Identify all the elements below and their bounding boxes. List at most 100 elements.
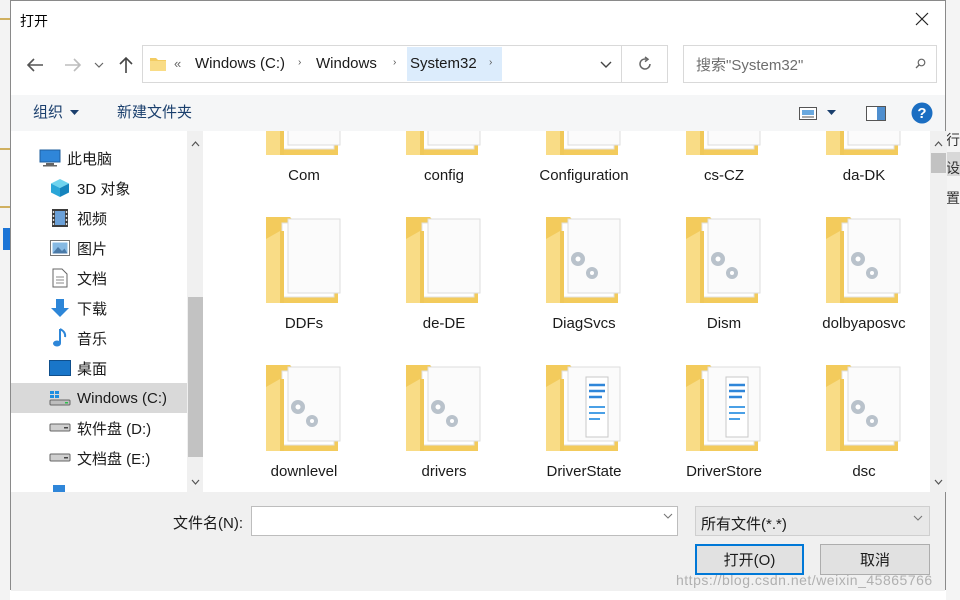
folder-item[interactable]: Configuration [519, 131, 649, 209]
nav-item-videos[interactable]: 视频 [11, 203, 187, 233]
caret-down-icon [70, 110, 80, 116]
nav-item-label: 3D 对象 [77, 180, 131, 198]
search-box[interactable] [683, 45, 937, 83]
background-highlight [3, 228, 10, 250]
arrow-right-icon [65, 58, 82, 72]
folder-item[interactable]: DriverStore [659, 357, 789, 492]
scroll-thumb[interactable] [188, 297, 203, 457]
filename-input[interactable] [256, 511, 655, 533]
refresh-button[interactable] [621, 46, 668, 82]
nav-pane-scrollbar[interactable] [187, 131, 203, 492]
background-window-left [0, 0, 10, 600]
view-mode-icon [799, 106, 817, 120]
chevron-down-icon [934, 479, 943, 485]
file-list-scrollbar[interactable] [930, 131, 947, 492]
filename-combobox[interactable] [251, 506, 678, 536]
nav-item-music[interactable]: 音乐 [11, 323, 187, 353]
folder-item[interactable]: Dism [659, 209, 789, 357]
nav-item-label: 下载 [77, 300, 108, 318]
file-type-select[interactable]: 所有文件(*.*) [695, 506, 930, 536]
picture-icon [50, 240, 70, 256]
preview-pane-button[interactable] [866, 95, 888, 131]
folder-item[interactable]: da-DK [799, 131, 929, 209]
breadcrumb-drive-c[interactable]: Windows (C:) [195, 46, 285, 82]
document-icon [52, 268, 68, 288]
open-button[interactable]: 打开(O) [695, 544, 804, 575]
up-button[interactable] [115, 51, 137, 79]
nav-item-desktop[interactable]: 桌面 [11, 353, 187, 383]
back-button[interactable] [23, 51, 47, 79]
download-arrow-icon [51, 299, 69, 317]
folder-item[interactable]: DDFs [239, 209, 369, 357]
cancel-button[interactable]: 取消 [820, 544, 930, 575]
open-file-dialog: 打开 « Windows (C:) › Windows › System32 ›… [10, 0, 947, 591]
scroll-down-button[interactable] [930, 473, 947, 490]
nav-item-drive-d[interactable]: 软件盘 (D:) [11, 413, 187, 443]
chevron-up-icon [934, 140, 943, 146]
scroll-thumb[interactable] [931, 153, 946, 173]
recent-locations-button[interactable] [91, 51, 107, 79]
scroll-down-button[interactable] [187, 473, 203, 490]
nav-item-label: 视频 [77, 210, 108, 228]
chevron-down-icon [94, 62, 104, 68]
breadcrumb-chevron-icon[interactable]: › [393, 46, 396, 82]
chevron-down-icon[interactable] [663, 513, 673, 519]
nav-item-drive-e[interactable]: 文档盘 (E:) [11, 443, 187, 473]
nav-item-downloads[interactable]: 下载 [11, 293, 187, 323]
folder-name: Com [288, 167, 320, 184]
folder-icon [150, 58, 166, 71]
folder-item[interactable]: config [379, 131, 509, 209]
dialog-title: 打开 [20, 13, 48, 29]
address-bar[interactable]: « Windows (C:) › Windows › System32 › [142, 45, 668, 83]
nav-item-label: 此电脑 [67, 150, 113, 168]
address-history-dropdown[interactable] [591, 46, 621, 82]
background-mark [0, 148, 10, 150]
music-note-icon [53, 328, 67, 347]
folder-name: config [423, 167, 465, 184]
new-folder-button[interactable]: 新建文件夹 [117, 95, 192, 131]
nav-item-label: 图片 [77, 240, 108, 258]
scroll-up-button[interactable] [930, 135, 947, 152]
desktop-icon [49, 360, 71, 376]
nav-item-pictures[interactable]: 图片 [11, 233, 187, 263]
help-icon: ? [911, 102, 933, 124]
folder-item[interactable]: dolbyaposvc [799, 209, 929, 357]
folder-name: DDFs [284, 315, 324, 332]
search-icon [915, 58, 926, 69]
folder-name: Dism [706, 315, 742, 332]
navigation-pane: 此电脑 3D 对象 视频 图片 文档 下载 音乐 桌面 Windows (C:)… [11, 131, 203, 492]
folder-item[interactable]: downlevel [239, 357, 369, 492]
folder-item[interactable]: drivers [379, 357, 509, 492]
nav-item-label: 文档 [77, 270, 108, 288]
folder-item[interactable]: cs-CZ [659, 131, 789, 209]
breadcrumb-windows[interactable]: Windows [316, 46, 377, 82]
help-button[interactable]: ? [911, 95, 933, 131]
folder-item[interactable]: DiagSvcs [519, 209, 649, 357]
nav-item-3d-objects[interactable]: 3D 对象 [11, 173, 187, 203]
organize-button[interactable]: 组织 [33, 95, 80, 131]
folder-item[interactable]: Com [239, 131, 369, 209]
breadcrumb-overflow[interactable]: « [174, 46, 181, 82]
breadcrumb-system32[interactable]: System32 [410, 46, 477, 82]
scroll-up-button[interactable] [187, 135, 203, 152]
folder-item[interactable]: DriverState [519, 357, 649, 492]
drive-icon [49, 453, 71, 462]
nav-item-this-pc[interactable]: 此电脑 [11, 143, 187, 173]
breadcrumb-chevron-icon[interactable]: › [489, 46, 492, 82]
forward-button[interactable] [61, 51, 85, 79]
watermark-text: https://blog.csdn.net/weixin_45865766 [676, 572, 933, 588]
nav-item-drive-c[interactable]: Windows (C:) [11, 383, 187, 413]
cube-3d-icon [51, 179, 69, 197]
folder-name: drivers [421, 463, 467, 480]
folder-item[interactable]: de-DE [379, 209, 509, 357]
drive-icon [49, 423, 71, 432]
folder-item[interactable]: dsc [799, 357, 929, 492]
folder-name: DriverState [546, 463, 622, 480]
breadcrumb-chevron-icon[interactable]: › [298, 46, 301, 82]
search-input[interactable] [694, 54, 908, 76]
preview-pane-icon [866, 105, 886, 121]
change-view-button[interactable] [799, 95, 847, 131]
nav-item-documents[interactable]: 文档 [11, 263, 187, 293]
close-button[interactable] [899, 1, 945, 37]
background-text: 置 [946, 190, 960, 206]
